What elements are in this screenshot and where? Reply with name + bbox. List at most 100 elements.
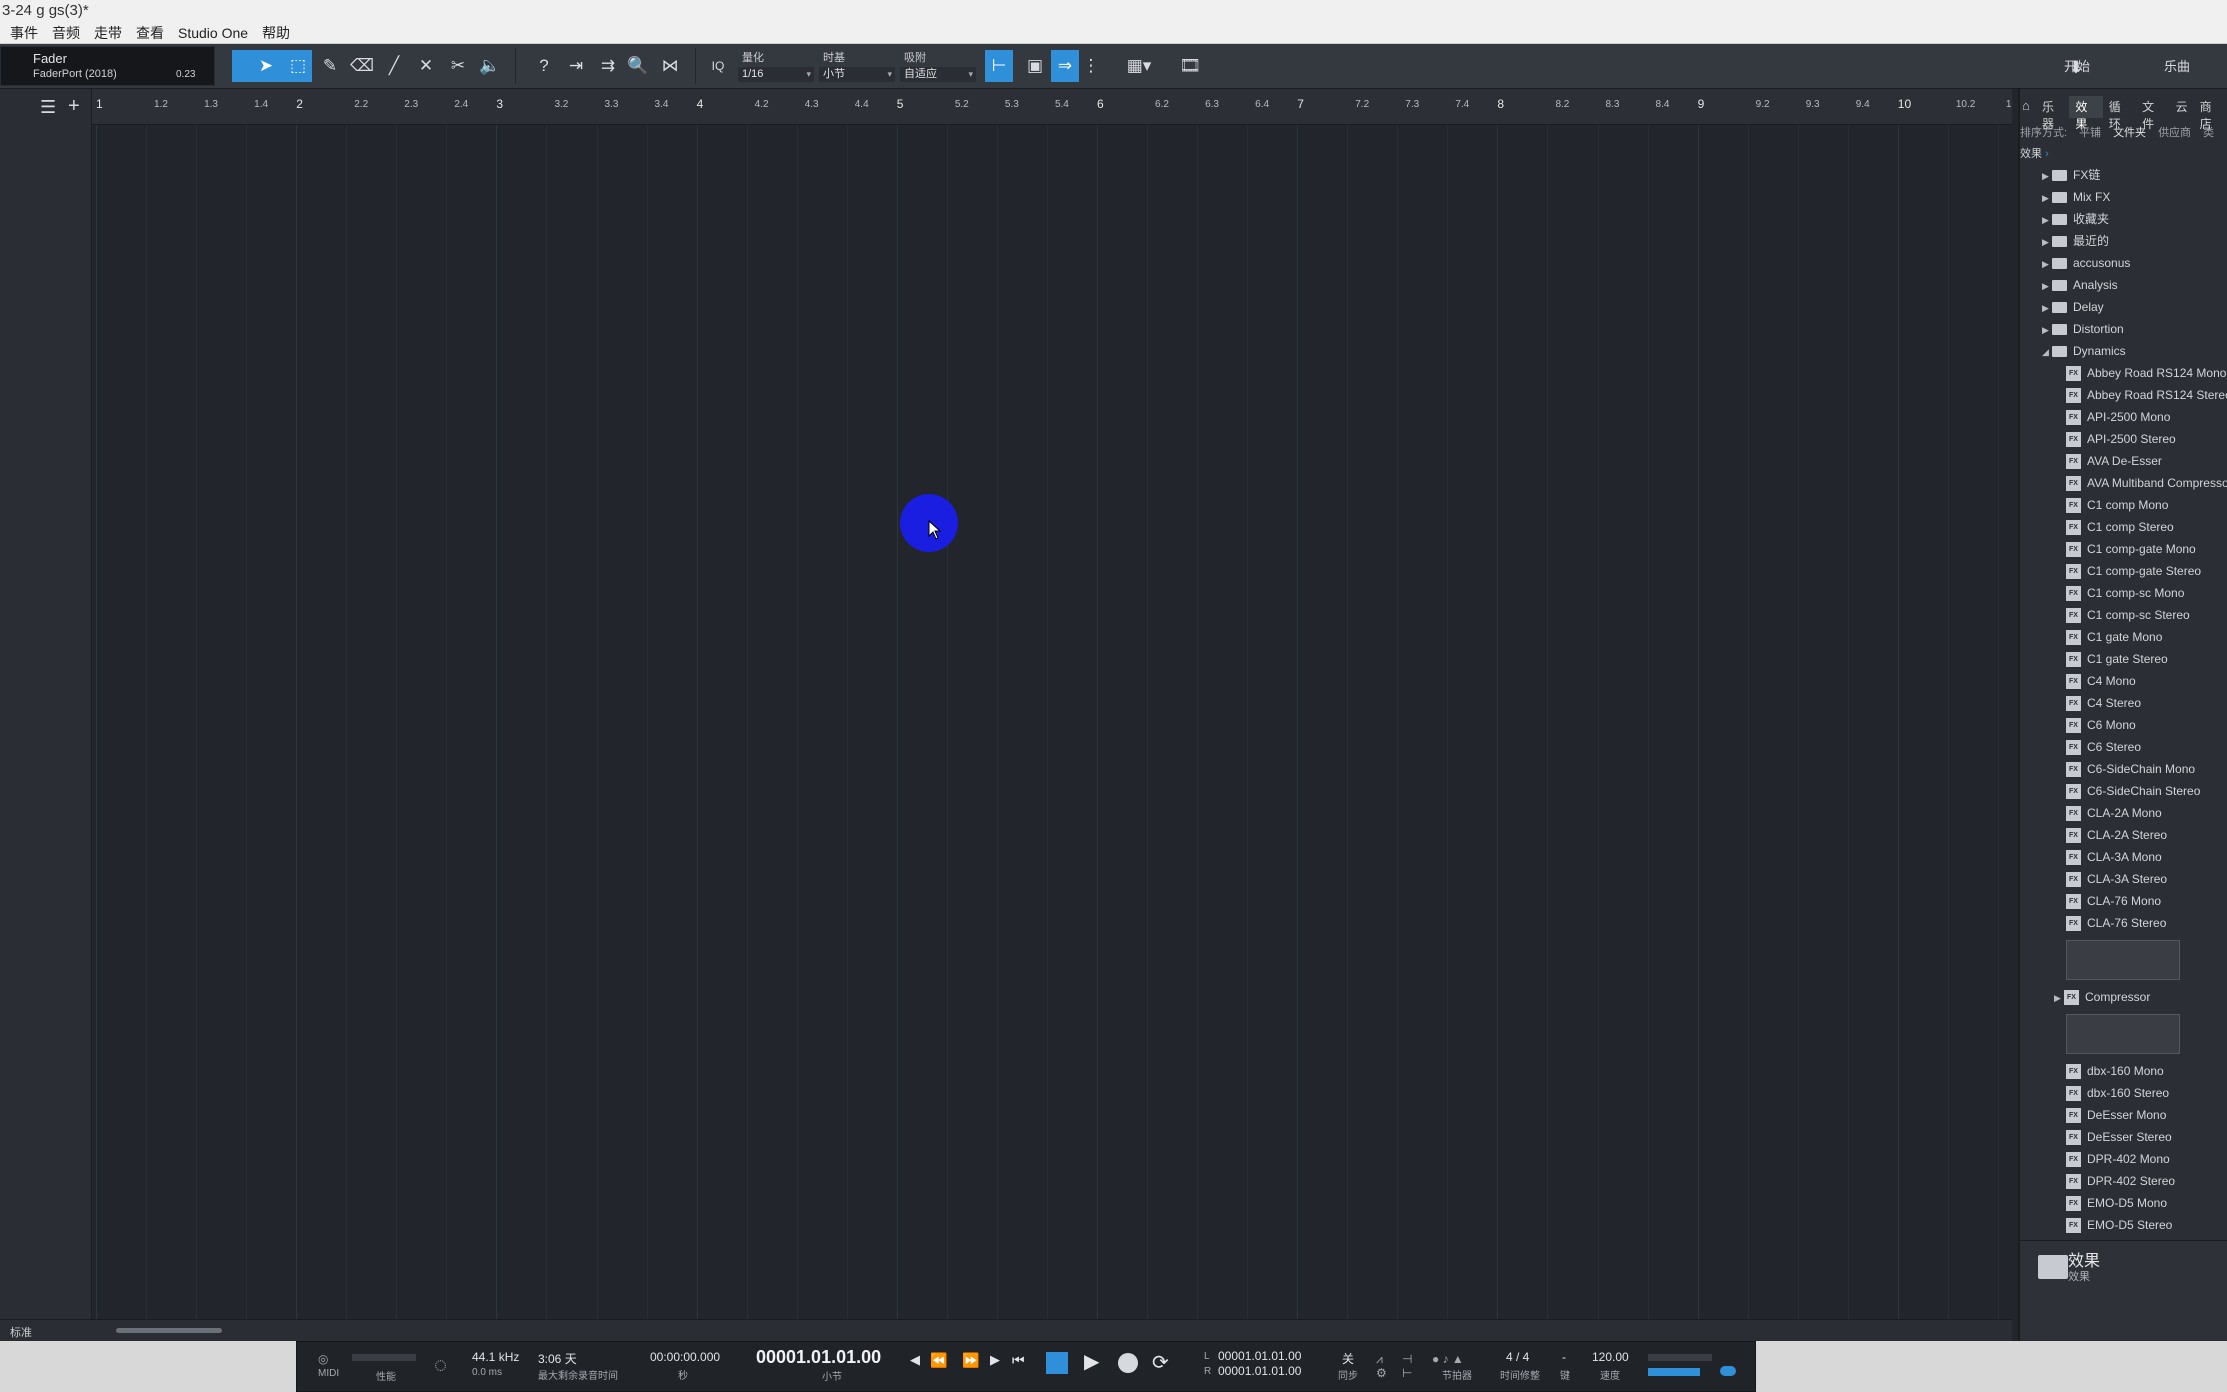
plugin-item[interactable]: FX CLA-3A Mono xyxy=(2066,846,2162,868)
browser-folder[interactable]: ▶ Distortion xyxy=(2042,318,2124,340)
loop-icon[interactable]: ⟳ xyxy=(1152,1350,1169,1375)
tab-cloud[interactable]: 云 xyxy=(2170,96,2194,118)
plugin-item[interactable]: FX CLA-2A Stereo xyxy=(2066,824,2167,846)
tab-loops[interactable]: 循环 xyxy=(2103,96,2136,131)
menu-audio[interactable]: 音频 xyxy=(52,22,80,43)
master-volume-slider[interactable] xyxy=(1648,1368,1700,1376)
timebase-select[interactable]: 小节 xyxy=(819,67,895,82)
forward-icon[interactable]: ⏩ xyxy=(962,1352,979,1369)
plugin-item[interactable]: FX C1 gate Mono xyxy=(2066,626,2162,648)
menu-view[interactable]: 查看 xyxy=(136,22,164,43)
sort-vendor[interactable]: 供应商 xyxy=(2158,124,2191,140)
plugin-item[interactable]: FX C1 comp-gate Mono xyxy=(2066,538,2196,560)
mute-tool-icon[interactable]: ✕ xyxy=(412,50,440,82)
plugin-item[interactable]: FX C6 Stereo xyxy=(2066,736,2141,758)
browser-item[interactable]: ▶ Mix FX xyxy=(2042,186,2110,208)
plugin-item[interactable]: FX AVA Multiband Compressor xyxy=(2066,472,2227,494)
time-seconds[interactable]: 00:00:00.000 xyxy=(650,1350,720,1364)
return-zero-icon[interactable]: ⏮ xyxy=(1012,1352,1025,1369)
plugin-item[interactable]: FX Abbey Road RS124 Mono xyxy=(2066,362,2226,384)
plugin-item[interactable]: FX DPR-402 Mono xyxy=(2066,1148,2170,1170)
song-button[interactable]: 乐曲 xyxy=(2164,56,2190,75)
expand-arrow-icon[interactable]: ▶ xyxy=(2042,231,2052,253)
expand-arrow-icon[interactable]: ◢ xyxy=(2042,341,2052,363)
eraser-tool-icon[interactable]: ⌫ xyxy=(348,50,376,82)
listen-tool-icon[interactable]: 🔈 xyxy=(476,50,504,82)
expand-arrow-icon[interactable]: ▶ xyxy=(2042,319,2052,341)
browser-item[interactable]: ▶ FX链 xyxy=(2042,164,2100,186)
key-value[interactable]: - xyxy=(1562,1350,1566,1364)
add-track-icon[interactable]: + xyxy=(68,95,80,118)
autoscroll-icon[interactable]: ⇥ xyxy=(562,50,590,82)
grid-options-icon[interactable]: ▦▾ xyxy=(1116,50,1162,82)
click-toggle[interactable] xyxy=(1720,1366,1736,1376)
plugin-item[interactable]: FX CLA-76 Stereo xyxy=(2066,912,2166,934)
plugin-item[interactable]: FX Abbey Road RS124 Stereo xyxy=(2066,384,2227,406)
sort-folder[interactable]: 文件夹 xyxy=(2113,124,2146,140)
track-view-label[interactable]: 标准 xyxy=(10,1324,32,1340)
timeline-ruler[interactable]: 1 1.2 1.3 1.4 2 2.2 2.3 2.4 3 3.2 3.3 3.4 4 4.2 4.3 4.4… xyxy=(92,89,2012,125)
plugin-item[interactable]: FX C6 Mono xyxy=(2066,714,2136,736)
plugin-item[interactable]: FX DeEsser Mono xyxy=(2066,1104,2166,1126)
plugin-item[interactable]: ▶ FX Compressor xyxy=(2054,986,2150,1008)
punch-icon[interactable]: ⊣ xyxy=(1402,1352,1412,1366)
stop-button[interactable] xyxy=(1046,1352,1068,1374)
arrange-view[interactable] xyxy=(92,125,2012,1327)
browser-folder[interactable]: ◢ Dynamics xyxy=(2042,340,2126,362)
plugin-item[interactable]: FX API-2500 Stereo xyxy=(2066,428,2176,450)
plugin-item[interactable]: FX DPR-402 Stereo xyxy=(2066,1170,2175,1192)
plugin-item[interactable]: FX C1 comp-sc Stereo xyxy=(2066,604,2190,626)
menu-icon[interactable]: ☰ xyxy=(40,97,56,118)
rewind-icon[interactable]: ⏪ xyxy=(930,1352,947,1369)
expand-arrow-icon[interactable]: ▶ xyxy=(2042,187,2052,209)
prev-marker-icon[interactable]: ◀ xyxy=(910,1352,920,1368)
plugin-item[interactable]: FX dbx-160 Mono xyxy=(2066,1060,2164,1082)
loop-start[interactable]: 00001.01.01.00 xyxy=(1218,1349,1301,1363)
expand-arrow-icon[interactable]: ▶ xyxy=(2054,987,2064,1009)
tempo-value[interactable]: 120.00 xyxy=(1592,1350,1629,1364)
settings-icon[interactable]: ⚙ xyxy=(1376,1366,1387,1380)
position-display[interactable]: 00001.01.01.00 xyxy=(756,1347,881,1368)
browser-folder[interactable]: ▶ Analysis xyxy=(2042,274,2118,296)
next-marker-icon[interactable]: ▶ xyxy=(990,1352,1000,1368)
plugin-item[interactable]: FX CLA-3A Stereo xyxy=(2066,868,2167,890)
snap-cursor-icon[interactable]: ⇒ xyxy=(1051,50,1079,82)
metronome-icon[interactable]: ● ♪ ▲ xyxy=(1432,1352,1464,1366)
plugin-item[interactable]: FX C1 comp-sc Mono xyxy=(2066,582,2184,604)
plugin-item[interactable]: FX C1 comp Stereo xyxy=(2066,516,2174,538)
plugin-item[interactable]: FX CLA-76 Mono xyxy=(2066,890,2161,912)
pencil-tool-icon[interactable]: ✎ xyxy=(316,50,344,82)
split-tool-icon[interactable]: ✂ xyxy=(444,50,472,82)
menu-studio-one[interactable]: Studio One xyxy=(178,22,248,43)
sort-category[interactable]: 类 xyxy=(2203,124,2214,140)
browser-item[interactable]: ▶ 最近的 xyxy=(2042,230,2109,252)
expand-arrow-icon[interactable]: ▶ xyxy=(2042,165,2052,187)
plugin-item[interactable]: FX DeEsser Stereo xyxy=(2066,1126,2172,1148)
autopunch-icon[interactable]: ⊢ xyxy=(1402,1366,1412,1380)
loop-end[interactable]: 00001.01.01.00 xyxy=(1218,1364,1301,1378)
sync-value[interactable]: 关 xyxy=(1342,1350,1354,1367)
home-icon[interactable]: ⌂ xyxy=(2022,98,2030,113)
fader-control[interactable]: Fader FaderPort (2018) 0.23 xyxy=(0,46,215,86)
iq-button[interactable]: IQ xyxy=(704,50,732,82)
expand-arrow-icon[interactable]: ▶ xyxy=(2042,297,2052,319)
arrow-tool-icon[interactable]: ➤ xyxy=(252,50,280,82)
plugin-item[interactable]: FX C4 Stereo xyxy=(2066,692,2141,714)
plugin-item[interactable]: FX EMO-D5 Stereo xyxy=(2066,1214,2172,1236)
plugin-item[interactable]: FX C1 comp-gate Stereo xyxy=(2066,560,2201,582)
sort-flat[interactable]: 平铺 xyxy=(2079,124,2101,140)
tab-files[interactable]: 文件 xyxy=(2136,96,2169,131)
paint-tool-icon[interactable]: ╱ xyxy=(380,50,408,82)
snap-grid-icon[interactable]: ⊢ xyxy=(985,50,1013,82)
scroll-thumb[interactable] xyxy=(116,1328,222,1333)
browser-folder[interactable]: ▶ Delay xyxy=(2042,296,2104,318)
expand-arrow-icon[interactable]: ▶ xyxy=(2042,209,2052,231)
video-icon[interactable]: 🎞 xyxy=(1176,50,1204,82)
precount-icon[interactable]: ⩘ xyxy=(1376,1352,1383,1367)
snap-events-icon[interactable]: ▣ xyxy=(1021,50,1049,82)
plugin-item[interactable]: FX EMO-D5 Mono xyxy=(2066,1192,2167,1214)
plugin-item[interactable]: FX C6-SideChain Stereo xyxy=(2066,780,2200,802)
menu-transport[interactable]: 走带 xyxy=(94,22,122,43)
help-icon[interactable]: ? xyxy=(530,50,558,82)
expand-arrow-icon[interactable]: ▶ xyxy=(2042,253,2052,275)
